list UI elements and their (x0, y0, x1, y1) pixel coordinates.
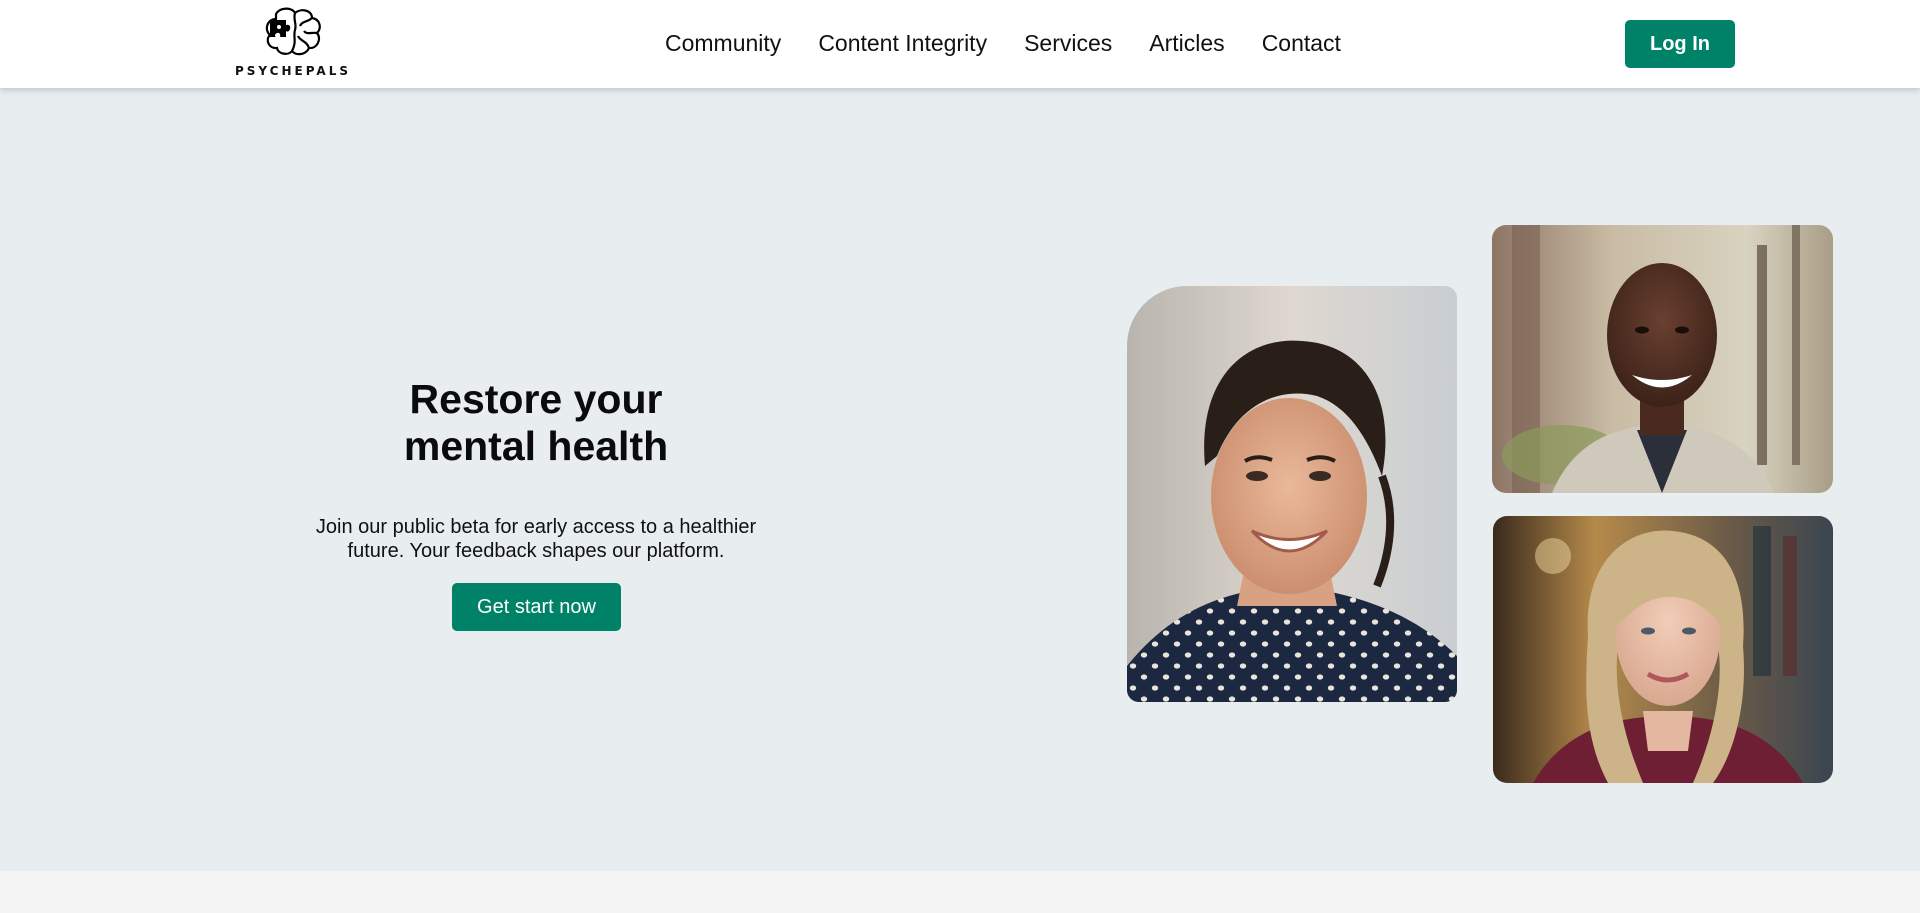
nav-item-services[interactable]: Services (1024, 28, 1112, 58)
hero-title: Restore your mental health (403, 376, 669, 469)
smiling-man-photo (1492, 225, 1833, 493)
brain-puzzle-logo-icon (265, 7, 321, 56)
blonde-woman-photo (1493, 516, 1833, 783)
hero-subtitle: Join our public beta for early access to… (315, 516, 757, 562)
smiling-woman-photo (1127, 286, 1457, 702)
nav-item-content-integrity[interactable]: Content Integrity (818, 28, 987, 58)
logo[interactable]: PSYCHEPALS (234, 6, 352, 78)
get-started-button[interactable]: Get start now (452, 583, 621, 631)
page-bottom-strip (0, 871, 1920, 913)
nav-item-articles[interactable]: Articles (1149, 28, 1224, 58)
nav-item-contact[interactable]: Contact (1262, 28, 1341, 58)
login-button[interactable]: Log In (1625, 20, 1735, 68)
main-nav: Community Content Integrity Services Art… (665, 28, 1378, 58)
nav-item-community[interactable]: Community (665, 28, 781, 58)
brand-name: PSYCHEPALS (234, 64, 351, 78)
site-header: PSYCHEPALS Community Content Integrity S… (0, 0, 1920, 88)
hero-section: Restore your mental health Join our publ… (0, 88, 1920, 871)
